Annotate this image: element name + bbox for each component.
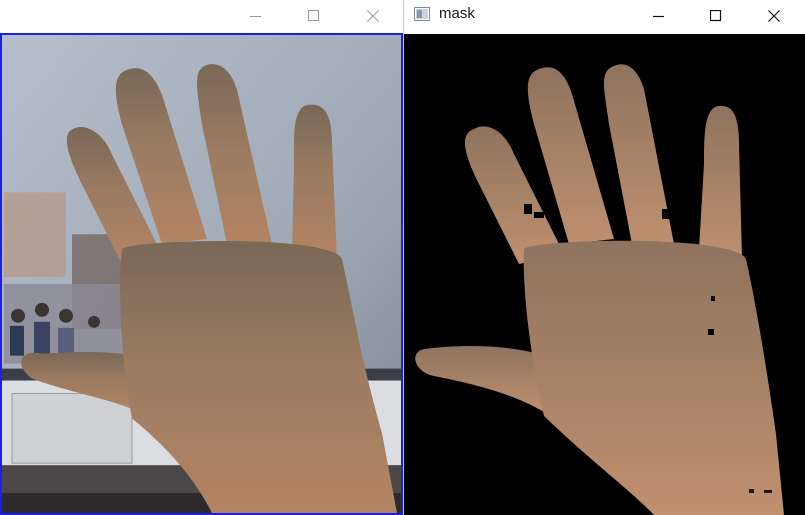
camera-frame bbox=[0, 33, 403, 515]
maximize-button[interactable] bbox=[693, 0, 739, 31]
mask-window-titlebar[interactable]: mask bbox=[404, 0, 805, 31]
camera-window-titlebar[interactable] bbox=[0, 0, 403, 31]
close-icon bbox=[768, 9, 780, 22]
minimize-icon bbox=[653, 15, 664, 17]
maximize-button[interactable] bbox=[291, 0, 337, 31]
mask-window: mask bbox=[404, 0, 805, 515]
close-button[interactable] bbox=[350, 0, 396, 31]
minimize-icon bbox=[250, 15, 261, 17]
mask-window-title: mask bbox=[439, 5, 475, 22]
minimize-button[interactable] bbox=[233, 0, 279, 31]
window-app-icon bbox=[414, 7, 430, 21]
mask-frame bbox=[404, 34, 805, 515]
camera-window bbox=[0, 0, 403, 515]
minimize-button[interactable] bbox=[636, 0, 682, 31]
camera-image bbox=[2, 35, 401, 513]
maximize-icon bbox=[710, 9, 722, 21]
close-button[interactable] bbox=[751, 0, 797, 31]
close-icon bbox=[367, 9, 379, 22]
maximize-icon bbox=[308, 9, 319, 21]
mask-image bbox=[404, 34, 805, 515]
